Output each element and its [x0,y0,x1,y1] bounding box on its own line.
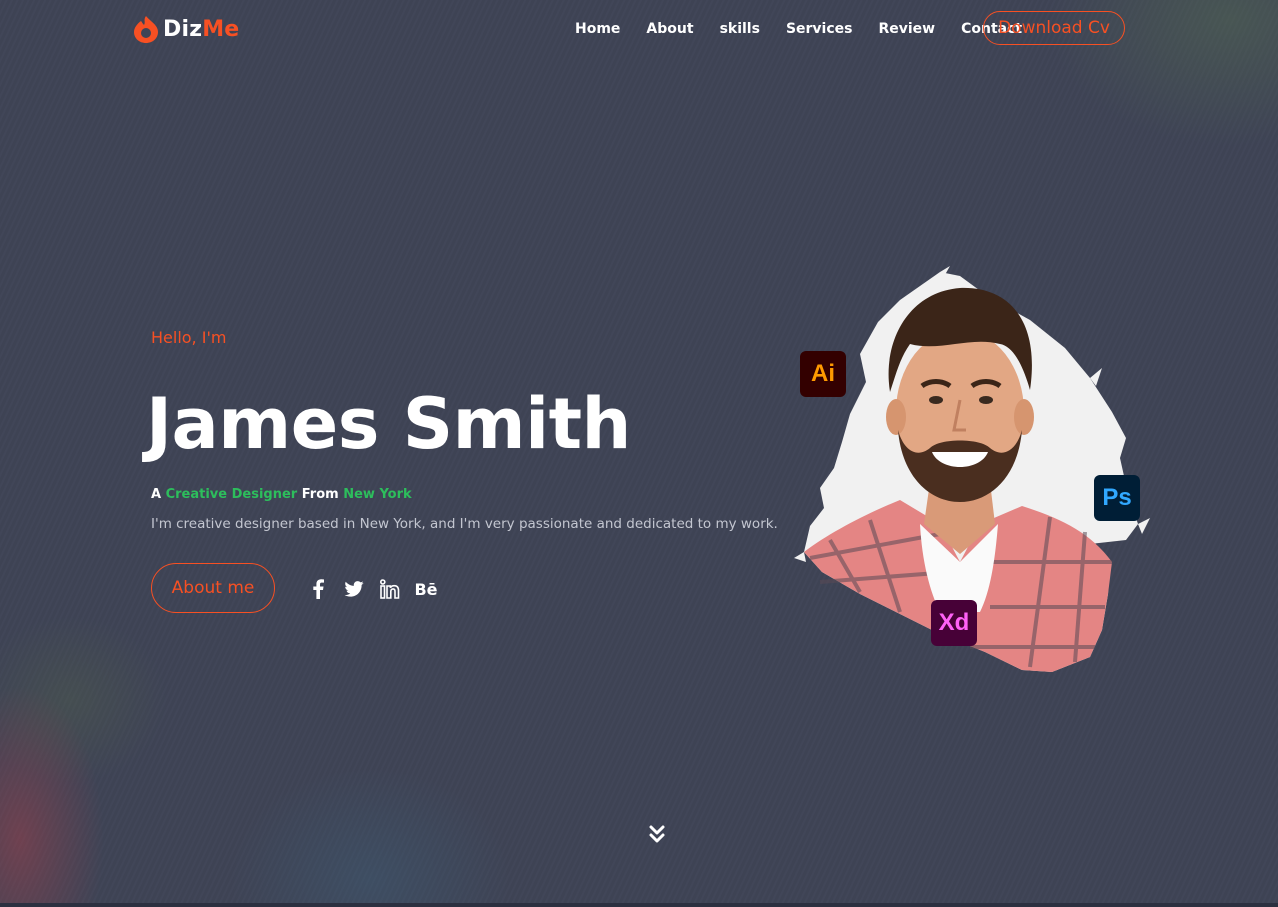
facebook-icon[interactable] [300,577,336,601]
photoshop-icon: Ps [1094,475,1140,521]
nav-item-about[interactable]: About [633,19,706,39]
flame-icon [134,16,158,43]
linkedin-icon[interactable] [372,577,408,601]
tagline-middle: From [301,487,339,502]
tagline-role: Creative Designer [165,487,298,502]
bottom-divider [0,903,1278,907]
hero-name: James Smith [146,383,631,465]
social-links: Bē [300,577,444,601]
nav-item-skills[interactable]: skills [707,19,773,39]
main-nav: Home About skills Services Review Contac… [562,19,1035,39]
behance-icon[interactable]: Bē [408,577,444,601]
nav-item-home[interactable]: Home [562,19,633,39]
hero-description: I'm creative designer based in New York,… [151,516,778,532]
nav-item-services[interactable]: Services [773,19,866,39]
logo-text: DizMe [163,17,239,42]
site-logo[interactable]: DizMe [133,14,239,44]
hero-tagline: A Creative Designer From New York [151,487,412,502]
xd-icon: Xd [931,600,977,646]
double-chevron-down-icon[interactable] [648,824,666,844]
hero-greeting: Hello, I'm [151,328,227,347]
twitter-icon[interactable] [336,577,372,601]
illustrator-icon: Ai [800,351,846,397]
about-me-button[interactable]: About me [151,563,275,613]
tagline-prefix: A [151,487,162,502]
logo-text-part1: Diz [163,16,203,42]
tagline-location: New York [343,487,412,502]
nav-item-review[interactable]: Review [865,19,948,39]
download-cv-button[interactable]: Download Cv [983,11,1125,45]
logo-text-part2: Me [202,16,240,42]
